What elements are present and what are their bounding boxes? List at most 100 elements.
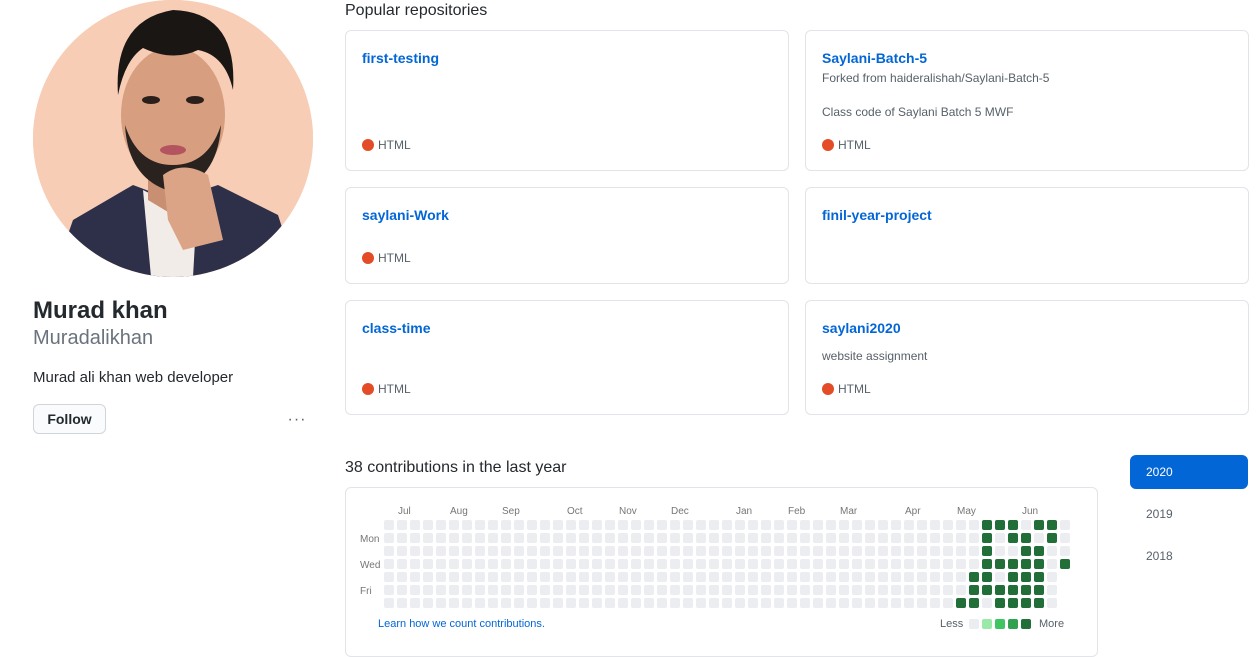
contribution-day[interactable] — [423, 520, 433, 530]
contribution-day[interactable] — [553, 520, 563, 530]
contribution-day[interactable] — [462, 533, 472, 543]
contribution-day[interactable] — [1047, 585, 1057, 595]
contribution-day[interactable] — [436, 533, 446, 543]
contribution-day[interactable] — [904, 546, 914, 556]
repo-link[interactable]: class-time — [362, 320, 430, 336]
contribution-day[interactable] — [774, 559, 784, 569]
repo-link[interactable]: finil-year-project — [822, 207, 932, 223]
contribution-day[interactable] — [579, 585, 589, 595]
contribution-day[interactable] — [904, 572, 914, 582]
contribution-day[interactable] — [709, 546, 719, 556]
contribution-day[interactable] — [969, 559, 979, 569]
contribution-day[interactable] — [1047, 598, 1057, 608]
contribution-day[interactable] — [436, 598, 446, 608]
contribution-day[interactable] — [384, 572, 394, 582]
contribution-day[interactable] — [631, 546, 641, 556]
contribution-day[interactable] — [514, 572, 524, 582]
contribution-day[interactable] — [748, 533, 758, 543]
contribution-day[interactable] — [397, 533, 407, 543]
contribution-day[interactable] — [631, 572, 641, 582]
contribution-day[interactable] — [865, 585, 875, 595]
contribution-day[interactable] — [1034, 520, 1044, 530]
contribution-day[interactable] — [943, 572, 953, 582]
contribution-day[interactable] — [774, 520, 784, 530]
contribution-day[interactable] — [618, 572, 628, 582]
contribution-day[interactable] — [709, 598, 719, 608]
contribution-day[interactable] — [423, 585, 433, 595]
contribution-day[interactable] — [761, 533, 771, 543]
contribution-day[interactable] — [592, 520, 602, 530]
contribution-day[interactable] — [800, 533, 810, 543]
contribution-day[interactable] — [462, 559, 472, 569]
contribution-day[interactable] — [735, 585, 745, 595]
contribution-day[interactable] — [410, 598, 420, 608]
contribution-day[interactable] — [917, 546, 927, 556]
contribution-day[interactable] — [826, 559, 836, 569]
contribution-day[interactable] — [410, 572, 420, 582]
repo-link[interactable]: saylani2020 — [822, 320, 901, 336]
contribution-day[interactable] — [592, 559, 602, 569]
contribution-day[interactable] — [1047, 572, 1057, 582]
contribution-day[interactable] — [1060, 546, 1070, 556]
contribution-day[interactable] — [644, 520, 654, 530]
contribution-day[interactable] — [696, 559, 706, 569]
contribution-day[interactable] — [787, 520, 797, 530]
contribution-day[interactable] — [852, 520, 862, 530]
contribution-day[interactable] — [709, 533, 719, 543]
contribution-day[interactable] — [384, 546, 394, 556]
contribution-day[interactable] — [553, 598, 563, 608]
contribution-day[interactable] — [384, 533, 394, 543]
contribution-day[interactable] — [1047, 520, 1057, 530]
repo-fork-note[interactable]: Forked from haideralishah/Saylani-Batch-… — [822, 71, 1049, 85]
contribution-day[interactable] — [449, 585, 459, 595]
contribution-day[interactable] — [917, 559, 927, 569]
contribution-day[interactable] — [748, 598, 758, 608]
contribution-day[interactable] — [1034, 533, 1044, 543]
contribution-day[interactable] — [436, 520, 446, 530]
contribution-day[interactable] — [579, 572, 589, 582]
contribution-day[interactable] — [605, 546, 615, 556]
contribution-day[interactable] — [930, 572, 940, 582]
contribution-day[interactable] — [774, 546, 784, 556]
contribution-day[interactable] — [631, 598, 641, 608]
contribution-day[interactable] — [657, 572, 667, 582]
contribution-day[interactable] — [397, 520, 407, 530]
contribution-day[interactable] — [436, 572, 446, 582]
contribution-day[interactable] — [605, 585, 615, 595]
contribution-day[interactable] — [501, 533, 511, 543]
repo-link[interactable]: first-testing — [362, 50, 439, 66]
contribution-day[interactable] — [605, 598, 615, 608]
contribution-day[interactable] — [657, 585, 667, 595]
contribution-day[interactable] — [384, 520, 394, 530]
contribution-day[interactable] — [579, 520, 589, 530]
contribution-day[interactable] — [813, 598, 823, 608]
contribution-day[interactable] — [501, 546, 511, 556]
contribution-day[interactable] — [436, 559, 446, 569]
contribution-day[interactable] — [865, 520, 875, 530]
contribution-day[interactable] — [839, 546, 849, 556]
contribution-day[interactable] — [683, 533, 693, 543]
contribution-day[interactable] — [748, 572, 758, 582]
contribution-day[interactable] — [1060, 533, 1070, 543]
contribution-day[interactable] — [1060, 520, 1070, 530]
contribution-day[interactable] — [891, 546, 901, 556]
more-options-button[interactable]: ··· — [285, 410, 309, 430]
contribution-day[interactable] — [488, 546, 498, 556]
contribution-day[interactable] — [514, 559, 524, 569]
contribution-day[interactable] — [670, 520, 680, 530]
contribution-day[interactable] — [891, 585, 901, 595]
contribution-day[interactable] — [566, 520, 576, 530]
contribution-day[interactable] — [462, 520, 472, 530]
contribution-day[interactable] — [943, 533, 953, 543]
contribution-day[interactable] — [540, 559, 550, 569]
contribution-day[interactable] — [930, 533, 940, 543]
contribution-day[interactable] — [826, 598, 836, 608]
contribution-day[interactable] — [878, 559, 888, 569]
contribution-day[interactable] — [683, 572, 693, 582]
contribution-day[interactable] — [527, 559, 537, 569]
contribution-day[interactable] — [1021, 546, 1031, 556]
contribution-day[interactable] — [553, 533, 563, 543]
contribution-day[interactable] — [436, 546, 446, 556]
contribution-day[interactable] — [761, 546, 771, 556]
contribution-day[interactable] — [839, 520, 849, 530]
